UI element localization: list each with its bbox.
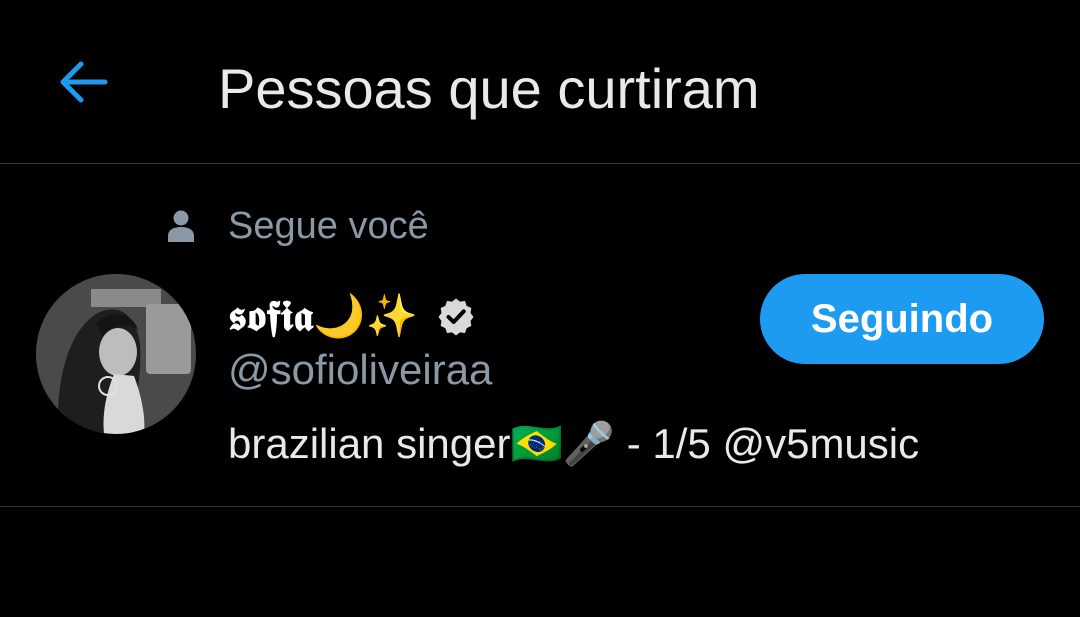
arrow-left-icon xyxy=(60,61,108,103)
user-handle: @sofioliveiraa xyxy=(228,346,493,393)
social-context-text: Segue você xyxy=(228,204,429,247)
top-bar: Pessoas que curtiram xyxy=(0,0,1080,164)
avatar-photo xyxy=(36,274,196,434)
display-name-row: 𝖘𝖔𝖋𝖎𝖆🌙✨ xyxy=(228,288,478,344)
back-button[interactable] xyxy=(52,54,114,110)
person-icon xyxy=(166,209,196,243)
avatar[interactable] xyxy=(36,274,196,434)
page-title: Pessoas que curtiram xyxy=(218,57,760,120)
user-cell[interactable]: Segue você 𝖘𝖔𝖋𝖎𝖆🌙✨ @sofioliveiraa brazil… xyxy=(0,164,1080,507)
display-name[interactable]: 𝖘𝖔𝖋𝖎𝖆🌙✨ xyxy=(228,291,418,341)
social-context: Segue você xyxy=(166,204,429,248)
following-button[interactable]: Seguindo xyxy=(760,274,1044,364)
user-bio: brazilian singer🇧🇷🎤 - 1/5 @v5music xyxy=(228,420,920,467)
verified-badge-icon xyxy=(434,294,478,338)
